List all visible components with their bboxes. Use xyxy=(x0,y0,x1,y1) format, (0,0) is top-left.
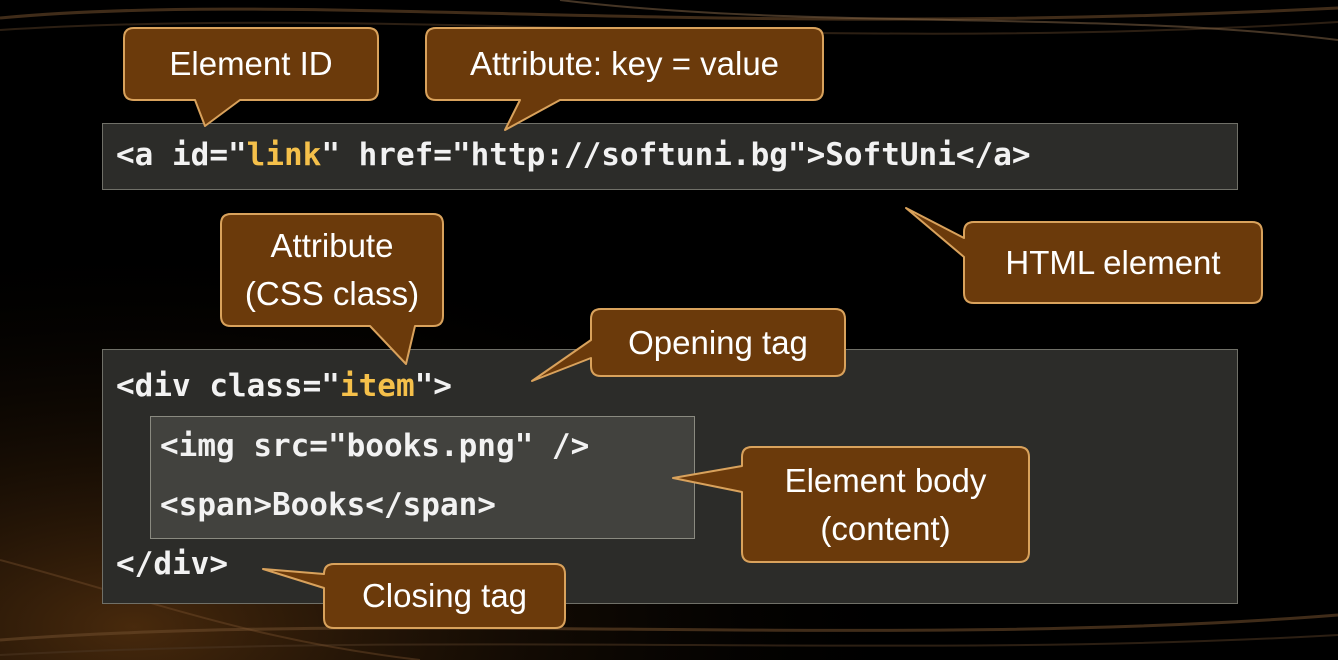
callout-closing-tag: Closing tag xyxy=(324,564,565,628)
callout-attribute-key-value-label: Attribute: key = value xyxy=(469,45,780,82)
callout-attribute-css-class-label-2: (CSS class) xyxy=(244,275,420,312)
callout-attribute-css-class-label-1: Attribute xyxy=(270,227,394,264)
callout-element-body: Element body (content) xyxy=(742,447,1029,562)
callout-element-id-label: Element ID xyxy=(169,45,333,82)
callout-html-element-label: HTML element xyxy=(1005,243,1221,281)
callout-opening-tag-label: Opening tag xyxy=(628,323,808,361)
callout-element-id: Element ID xyxy=(124,28,378,100)
callout-element-body-label-2: (content) xyxy=(820,509,951,547)
callout-attribute-css-class: Attribute (CSS class) xyxy=(221,214,443,326)
callout-opening-tag: Opening tag xyxy=(591,309,845,376)
callout-attribute-key-value: Attribute: key = value xyxy=(426,28,823,100)
callout-html-element: HTML element xyxy=(964,222,1262,303)
callout-element-body-label-1: Element body xyxy=(784,461,987,499)
callout-closing-tag-label: Closing tag xyxy=(361,577,528,614)
